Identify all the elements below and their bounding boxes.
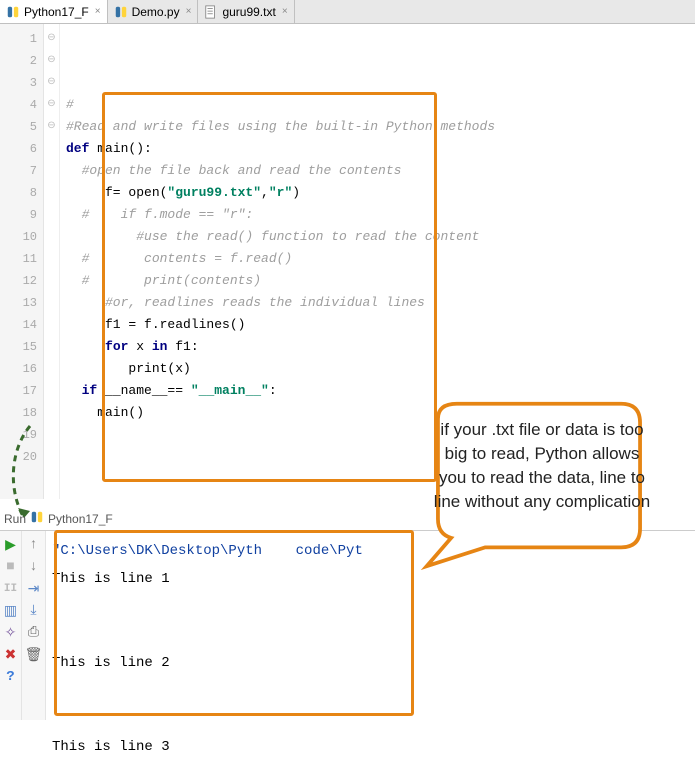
wrap-icon[interactable]: ⇥ [26, 581, 42, 597]
run-panel-header: Run Python17_F [4, 510, 113, 527]
scroll-icon[interactable]: ⤓ [26, 603, 42, 619]
run-config-name: Python17_F [48, 512, 113, 526]
help-icon[interactable]: ? [3, 669, 19, 685]
annotation-text: if your .txt file or data is too big to … [432, 418, 652, 514]
python-file-icon [114, 5, 128, 19]
fold-gutter: ⊖⊖⊖⊖⊖ [44, 24, 60, 499]
stop-icon[interactable]: ■ [3, 559, 19, 575]
run-toolbar-col2: ↑ ↓ ⇥ ⤓ ⎙ 🗑 [22, 531, 46, 720]
run-icon[interactable]: ▶ [3, 537, 19, 553]
tab-label: Demo.py [132, 5, 180, 19]
run-output-panel: ▶ ■ II ▥ ✧ ✖ ? ↑ ↓ ⇥ ⤓ ⎙ 🗑 "C:\Users\DK\… [0, 530, 695, 720]
down-icon[interactable]: ↓ [26, 559, 42, 575]
text-file-icon [204, 5, 218, 19]
tab-label: Python17_F [24, 5, 89, 19]
run-label-text: Run [4, 512, 26, 526]
tab-guru99-txt[interactable]: guru99.txt × [198, 0, 294, 23]
tab-python17f[interactable]: Python17_F × [0, 0, 108, 23]
layout-icon[interactable]: ▥ [3, 603, 19, 619]
trash-icon[interactable]: 🗑 [26, 647, 42, 663]
console-output[interactable]: "C:\Users\DK\Desktop\Pyth code\PytThis i… [46, 531, 695, 720]
close-run-icon[interactable]: ✖ [3, 647, 19, 663]
tab-label: guru99.txt [222, 5, 275, 19]
close-icon[interactable]: × [282, 6, 288, 17]
print-icon[interactable]: ⎙ [26, 625, 42, 641]
python-file-icon [30, 510, 44, 527]
pause-icon[interactable]: II [3, 581, 19, 597]
up-icon[interactable]: ↑ [26, 537, 42, 553]
line-number-gutter: 1234567891011121314151617181920 [0, 24, 44, 499]
run-toolbar-col1: ▶ ■ II ▥ ✧ ✖ ? [0, 531, 22, 720]
close-icon[interactable]: × [186, 6, 192, 17]
pin-icon[interactable]: ✧ [3, 625, 19, 641]
tab-demo-py[interactable]: Demo.py × [108, 0, 199, 23]
python-file-icon [6, 5, 20, 19]
close-icon[interactable]: × [95, 6, 101, 17]
editor-tab-bar: Python17_F × Demo.py × guru99.txt × [0, 0, 695, 24]
